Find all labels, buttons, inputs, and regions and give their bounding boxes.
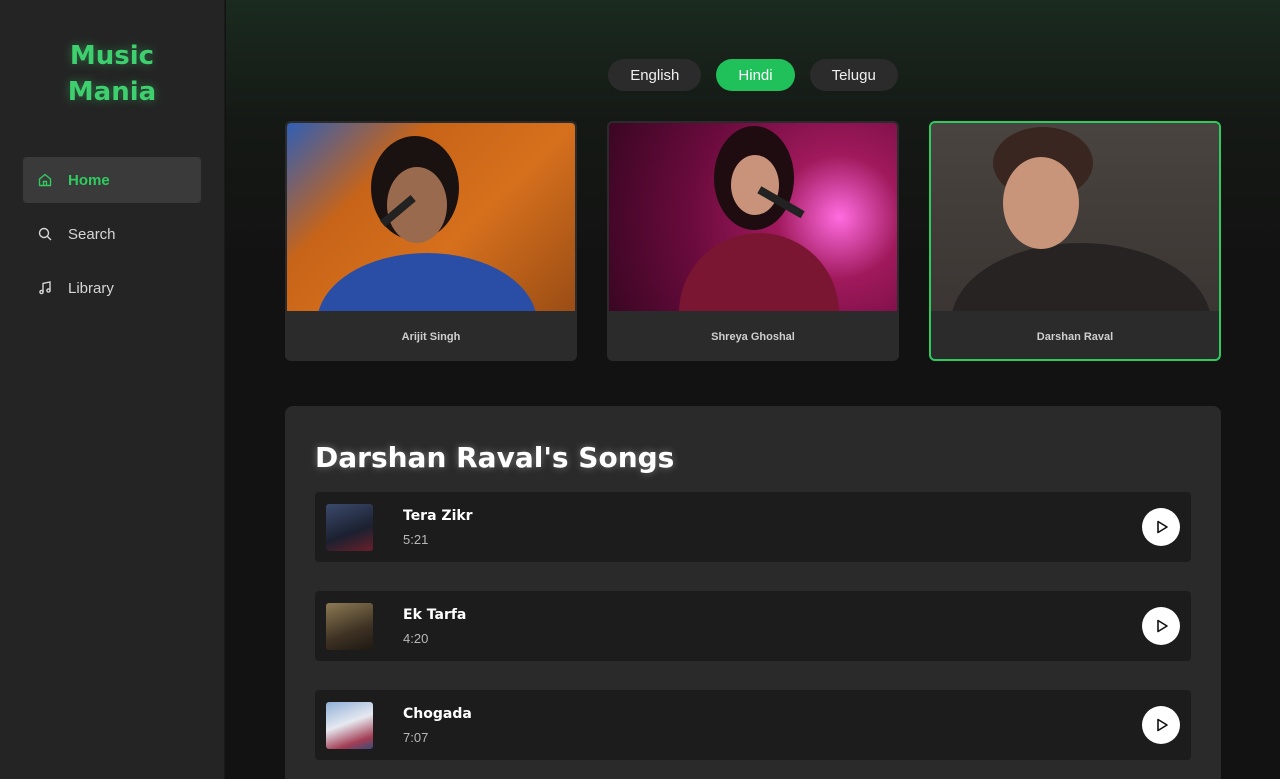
sidebar-item-library[interactable]: Library <box>23 265 201 311</box>
play-icon <box>1157 520 1168 534</box>
artist-card-shreya-ghoshal[interactable]: Shreya Ghoshal <box>607 121 899 361</box>
sidebar: Music Mania Home Search Library <box>0 0 225 779</box>
song-title: Tera Zikr <box>403 507 473 524</box>
sidebar-item-label: Search <box>68 225 116 243</box>
songs-section-title: Darshan Raval's Songs <box>315 441 675 474</box>
song-info: Chogada 7:07 <box>403 706 472 745</box>
song-row[interactable]: Chogada 7:07 <box>315 690 1191 760</box>
song-info: Ek Tarfa 4:20 <box>403 607 466 646</box>
artist-photo <box>609 123 897 311</box>
song-cover <box>326 503 373 551</box>
search-icon <box>37 226 53 242</box>
song-title: Ek Tarfa <box>403 606 467 623</box>
sidebar-item-label: Home <box>68 171 110 189</box>
app-logo: Music Mania <box>0 38 224 110</box>
song-row[interactable]: Ek Tarfa 4:20 <box>315 591 1191 661</box>
song-info: Tera Zikr 5:21 <box>403 508 473 547</box>
play-button[interactable] <box>1142 508 1180 546</box>
song-title: Chogada <box>403 705 472 722</box>
play-button[interactable] <box>1142 706 1180 744</box>
app-title-line2: Mania <box>67 77 157 107</box>
play-button[interactable] <box>1142 607 1180 645</box>
artist-photo <box>931 123 1219 311</box>
artist-name: Arijit Singh <box>401 331 461 343</box>
sidebar-item-label: Library <box>68 279 114 297</box>
language-english-button[interactable]: English <box>608 59 702 91</box>
artist-list: Arijit Singh Shreya Ghoshal Darshan Rava… <box>285 121 1221 361</box>
artist-photo <box>287 123 575 311</box>
sidebar-nav: Home Search Library <box>0 157 224 311</box>
artist-card-arijit-singh[interactable]: Arijit Singh <box>285 121 577 361</box>
song-duration: 4:20 <box>403 630 429 646</box>
song-cover <box>326 602 373 650</box>
sidebar-item-search[interactable]: Search <box>23 211 201 257</box>
artist-card-darshan-raval[interactable]: Darshan Raval <box>929 121 1221 361</box>
play-icon <box>1157 718 1168 732</box>
artist-name: Darshan Raval <box>1036 331 1114 343</box>
songs-panel: Darshan Raval's Songs Tera Zikr 5:21 Ek … <box>285 406 1221 779</box>
song-row[interactable]: Tera Zikr 5:21 <box>315 492 1191 562</box>
sidebar-item-home[interactable]: Home <box>23 157 201 203</box>
main-content: English Hindi Telugu Arijit Singh Shreya… <box>226 0 1280 779</box>
language-selector: English Hindi Telugu <box>226 59 1280 91</box>
app-title-line1: Music <box>69 41 155 71</box>
music-note-icon <box>37 280 53 296</box>
song-cover <box>326 701 373 749</box>
play-icon <box>1157 619 1168 633</box>
language-hindi-button[interactable]: Hindi <box>716 59 795 91</box>
home-icon <box>37 172 53 188</box>
artist-name: Shreya Ghoshal <box>711 331 795 343</box>
language-telugu-button[interactable]: Telugu <box>809 59 898 91</box>
song-duration: 5:21 <box>403 531 429 547</box>
song-duration: 7:07 <box>403 729 429 745</box>
